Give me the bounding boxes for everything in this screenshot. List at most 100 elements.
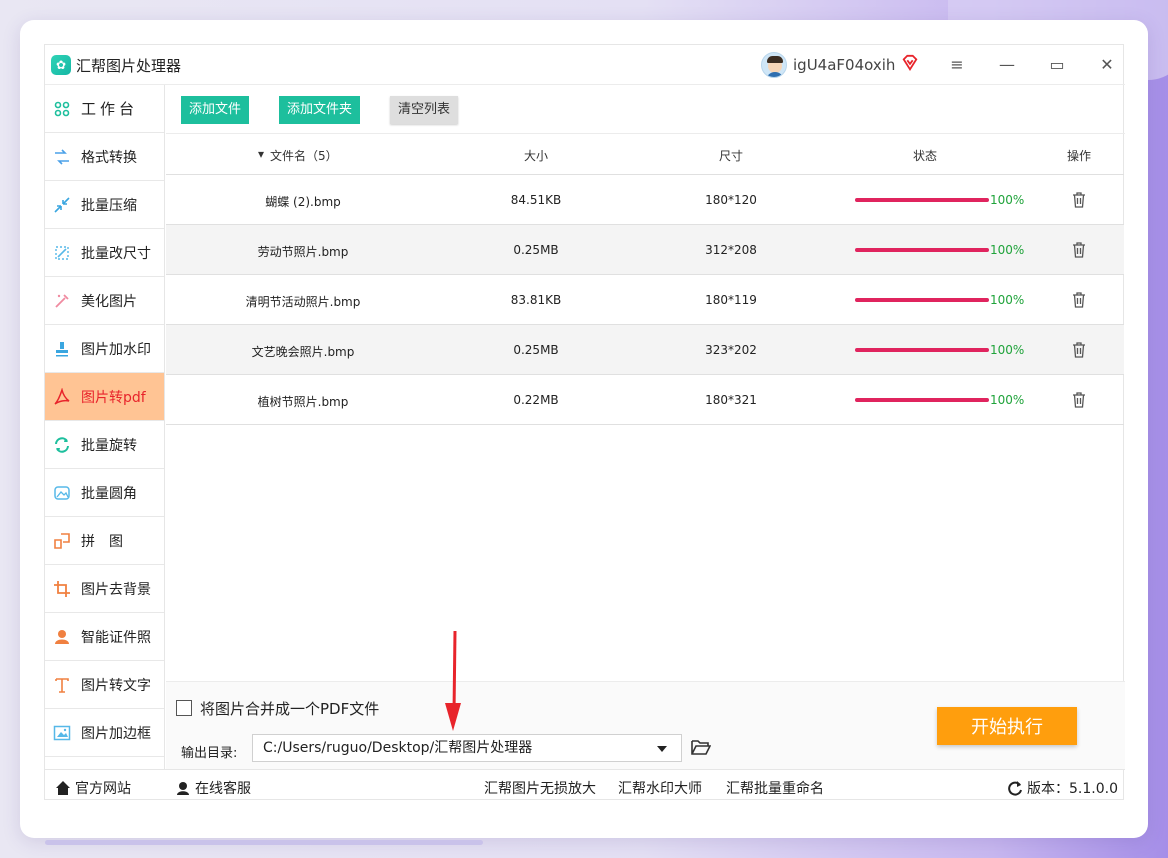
- trash-icon[interactable]: [1072, 192, 1086, 208]
- toolbar: 添加文件 添加文件夹 清空列表: [166, 85, 1125, 134]
- app-window: ✿ 汇帮图片处理器 igU4aF04oxih ≡ — ▭ ✕ 工作台格式转换批量…: [44, 44, 1125, 801]
- file-dimensions: 180*120: [705, 193, 757, 207]
- file-name: 蝴蝶 (2).bmp: [265, 195, 341, 209]
- progress-bar: [855, 298, 989, 302]
- header-dimensions: 尺寸: [719, 149, 744, 163]
- sidebar-item-11[interactable]: 智能证件照: [45, 613, 164, 661]
- sidebar-item-0[interactable]: 工作台: [45, 85, 164, 133]
- file-name: 文艺晚会照片.bmp: [251, 345, 355, 359]
- sidebar-item-8[interactable]: 批量圆角: [45, 469, 164, 517]
- convert-icon: [53, 148, 71, 166]
- progress-percent: 100%: [990, 293, 1025, 307]
- output-dir-select[interactable]: C:/Users/ruguo/Desktop/汇帮图片处理器: [252, 734, 682, 762]
- sidebar-item-label: 拼 图: [81, 533, 123, 550]
- maximize-icon[interactable]: ▭: [1045, 53, 1069, 77]
- header-status: 状态: [913, 149, 938, 163]
- footer-link-rename[interactable]: 汇帮批量重命名: [726, 778, 824, 798]
- support-link[interactable]: 在线客服: [175, 778, 251, 798]
- table-row[interactable]: 植树节照片.bmp 0.22MB 180*321 100%: [166, 375, 1124, 425]
- table-row[interactable]: 蝴蝶 (2).bmp 84.51KB 180*120 100%: [166, 175, 1124, 225]
- trash-icon[interactable]: [1072, 392, 1086, 408]
- sidebar-item-label: 工作台: [81, 100, 139, 118]
- clear-list-button[interactable]: 清空列表: [390, 96, 459, 124]
- sidebar-item-3[interactable]: 批量改尺寸: [45, 229, 164, 277]
- sidebar-item-6[interactable]: 图片转pdf: [45, 373, 164, 421]
- sidebar-item-label: 批量压缩: [81, 197, 137, 214]
- sidebar-item-2[interactable]: 批量压缩: [45, 181, 164, 229]
- trash-icon[interactable]: [1072, 292, 1086, 308]
- id-photo-icon: [53, 628, 71, 646]
- file-table: ▾ 文件名（5） 大小 尺寸 状态 操作 蝴蝶 (2).bmp 84.51KB 18…: [166, 134, 1124, 425]
- window-underline: [45, 840, 483, 845]
- sidebar-item-4[interactable]: 美化图片: [45, 277, 164, 325]
- rotate-icon: [53, 436, 71, 454]
- sidebar-item-label: 批量改尺寸: [81, 245, 151, 262]
- sidebar-item-5[interactable]: 图片加水印: [45, 325, 164, 373]
- sidebar-item-12[interactable]: 图片转文字: [45, 661, 164, 709]
- sidebar-item-label: 智能证件照: [81, 629, 151, 646]
- close-icon[interactable]: ✕: [1095, 53, 1119, 77]
- user-avatar[interactable]: [761, 52, 787, 78]
- website-label: 官方网站: [75, 781, 131, 797]
- progress-bar: [855, 248, 989, 252]
- table-row[interactable]: 劳动节照片.bmp 0.25MB 312*208 100%: [166, 225, 1124, 275]
- sidebar-item-7[interactable]: 批量旋转: [45, 421, 164, 469]
- file-size: 0.25MB: [513, 243, 559, 257]
- start-button[interactable]: 开始执行: [937, 707, 1077, 745]
- table-row[interactable]: 清明节活动照片.bmp 83.81KB 180*119 100%: [166, 275, 1124, 325]
- menu-icon[interactable]: ≡: [945, 53, 969, 77]
- sidebar-item-9[interactable]: 拼 图: [45, 517, 164, 565]
- username[interactable]: igU4aF04oxih: [793, 56, 895, 74]
- progress-bar: [855, 398, 989, 402]
- add-file-button[interactable]: 添加文件: [181, 96, 250, 124]
- app-title: 汇帮图片处理器: [76, 57, 182, 75]
- sidebar-item-1[interactable]: 格式转换: [45, 133, 164, 181]
- progress-bar: [855, 198, 989, 202]
- open-folder-icon[interactable]: [691, 738, 711, 756]
- file-dimensions: 180*321: [705, 393, 757, 407]
- frame-icon: [53, 724, 71, 742]
- file-size: 0.25MB: [513, 343, 559, 357]
- file-name: 清明节活动照片.bmp: [245, 295, 361, 309]
- progress-percent: 100%: [990, 193, 1025, 207]
- merge-pdf-label[interactable]: 将图片合并成一个PDF文件: [200, 698, 379, 719]
- footer-link-upscale[interactable]: 汇帮图片无损放大: [484, 778, 596, 798]
- file-size: 84.51KB: [510, 193, 562, 207]
- file-dimensions: 323*202: [705, 343, 757, 357]
- compress-icon: [53, 196, 71, 214]
- app-logo-icon: ✿: [51, 55, 71, 75]
- refresh-icon: [1008, 781, 1022, 796]
- crop-icon: [53, 580, 71, 598]
- sort-caret-icon[interactable]: ▾: [258, 147, 264, 161]
- file-name: 植树节照片.bmp: [257, 395, 349, 409]
- website-link[interactable]: 官方网站: [55, 778, 131, 798]
- beautify-icon: [53, 292, 71, 310]
- footer-link-watermark[interactable]: 汇帮水印大师: [618, 778, 702, 798]
- output-dir-value: C:/Users/ruguo/Desktop/汇帮图片处理器: [263, 740, 533, 756]
- vip-diamond-icon[interactable]: [901, 54, 919, 72]
- footer: 官方网站 在线客服 汇帮图片无损放大 汇帮水印大师 汇帮批量重命名 版本：5.1…: [45, 769, 1125, 801]
- sidebar: 工作台格式转换批量压缩批量改尺寸美化图片 图片加水印 图片转pdf 批量旋转 批量圆角拼…: [45, 85, 165, 769]
- sidebar-item-10[interactable]: 图片去背景: [45, 565, 164, 613]
- sidebar-item-label: 格式转换: [81, 149, 137, 166]
- support-label: 在线客服: [195, 781, 251, 797]
- home-icon: [56, 781, 70, 795]
- merge-pdf-checkbox[interactable]: [176, 700, 192, 716]
- table-row[interactable]: 文艺晚会照片.bmp 0.25MB 323*202 100%: [166, 325, 1124, 375]
- trash-icon[interactable]: [1072, 242, 1086, 258]
- version-info[interactable]: 版本：5.1.0.0: [1007, 778, 1118, 798]
- header-name[interactable]: 文件名（5）: [270, 147, 338, 164]
- file-name: 劳动节照片.bmp: [257, 245, 349, 259]
- progress-percent: 100%: [990, 243, 1025, 257]
- add-folder-button[interactable]: 添加文件夹: [279, 96, 361, 124]
- header-size: 大小: [524, 149, 549, 163]
- watermark-icon: [53, 340, 71, 358]
- sidebar-item-label: 图片转文字: [81, 677, 151, 694]
- minimize-icon[interactable]: —: [995, 53, 1019, 77]
- file-dimensions: 312*208: [705, 243, 757, 257]
- resize-icon: [53, 244, 71, 262]
- progress-percent: 100%: [990, 343, 1025, 357]
- pdf-icon: [53, 387, 71, 406]
- sidebar-item-13[interactable]: 图片加边框: [45, 709, 164, 757]
- trash-icon[interactable]: [1072, 342, 1086, 358]
